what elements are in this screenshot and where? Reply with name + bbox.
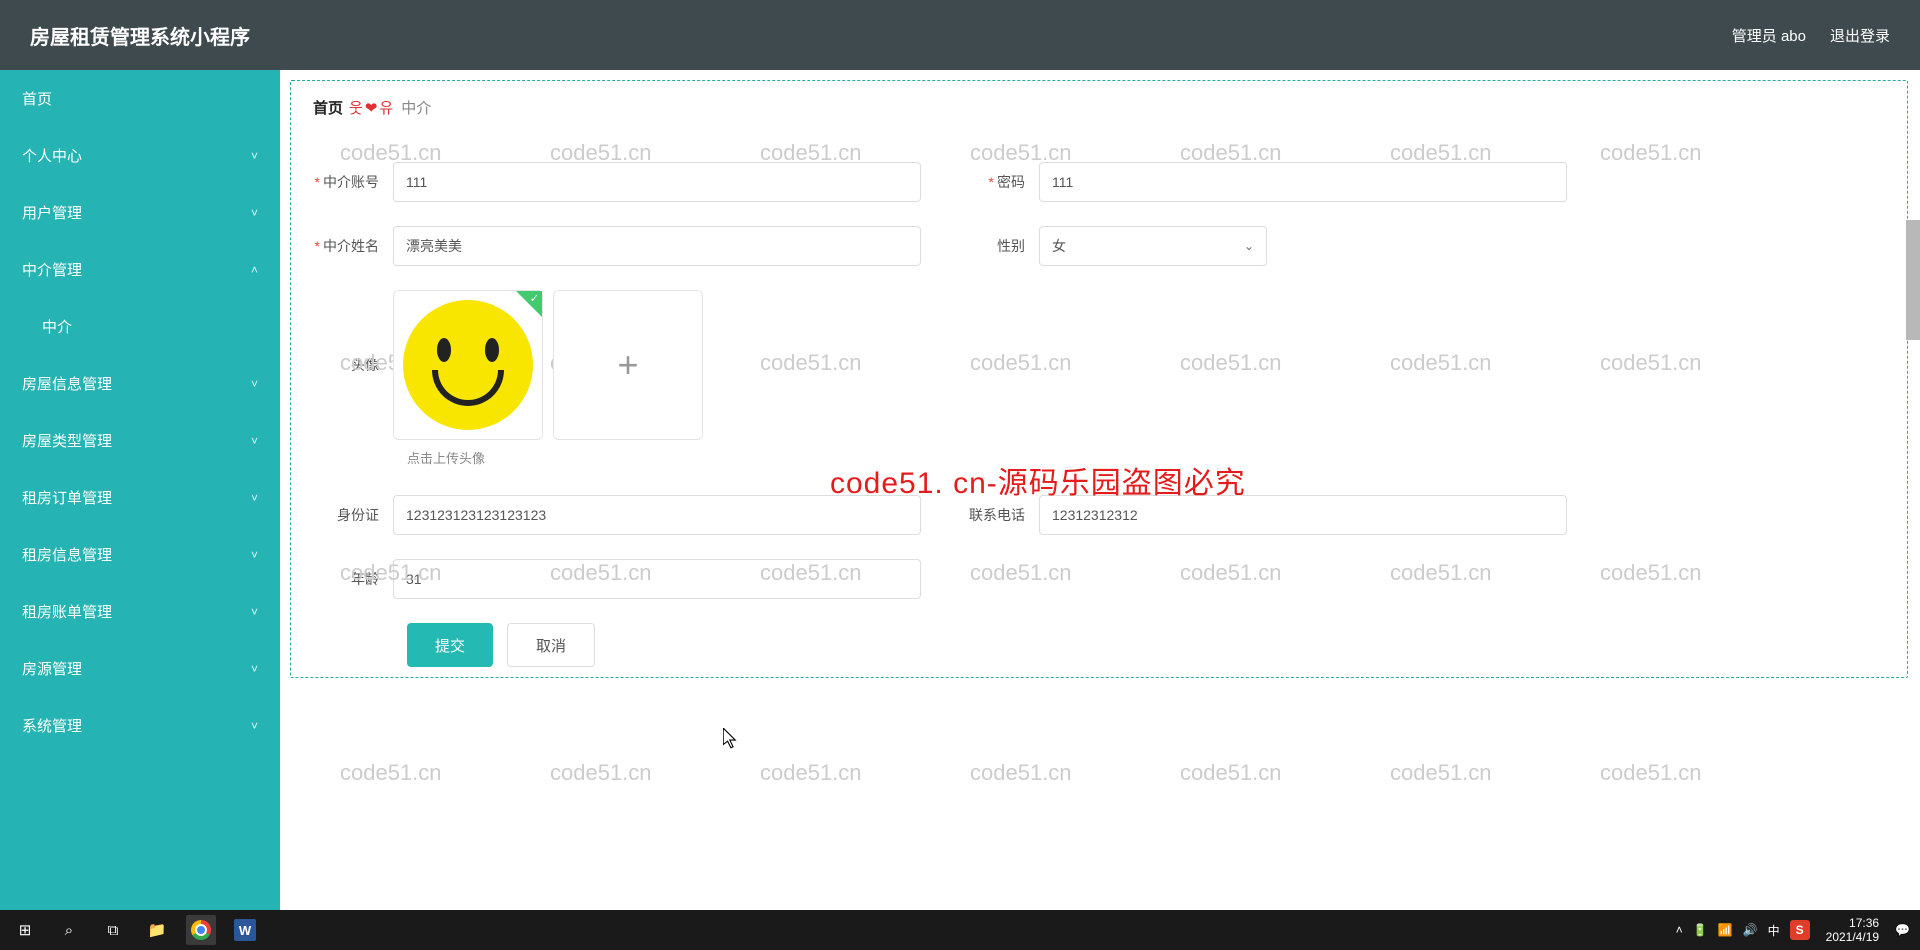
- upload-hint: 点击上传头像: [407, 448, 1893, 467]
- cancel-button[interactable]: 取消: [507, 623, 595, 667]
- sogou-icon[interactable]: S: [1790, 920, 1810, 940]
- file-explorer-icon[interactable]: 📁: [142, 915, 172, 945]
- sidebar-item-10[interactable]: 系统管理˅: [0, 697, 280, 754]
- chevron-down-icon: ˅: [251, 149, 258, 163]
- plus-icon: +: [617, 344, 638, 386]
- sidebar-item-9[interactable]: 房源管理˅: [0, 640, 280, 697]
- start-button[interactable]: ⊞: [10, 915, 40, 945]
- header-user[interactable]: 管理员 abo: [1732, 25, 1806, 46]
- sidebar-item-5[interactable]: 房屋类型管理˅: [0, 412, 280, 469]
- header-right: 管理员 abo 退出登录: [1732, 25, 1890, 46]
- tray-icon[interactable]: 📶: [1718, 923, 1733, 937]
- chevron-down-icon: ˅: [251, 206, 258, 220]
- main-content: code51.cncode51.cncode51.cncode51.cncode…: [280, 70, 1920, 930]
- breadcrumb-separator: 웃❤유: [349, 97, 395, 118]
- chevron-down-icon: ˅: [251, 434, 258, 448]
- sidebar-item-3[interactable]: 中介管理˄: [0, 241, 280, 298]
- label-phone: 联系电话: [951, 505, 1039, 525]
- chevron-down-icon: ˅: [251, 662, 258, 676]
- sidebar-item-1[interactable]: 个人中心˅: [0, 127, 280, 184]
- input-age[interactable]: [393, 559, 921, 599]
- header: 房屋租赁管理系统小程序 管理员 abo 退出登录: [0, 0, 1920, 70]
- label-gender: 性别: [951, 236, 1039, 256]
- select-gender[interactable]: 女 ⌄: [1039, 226, 1267, 266]
- scrollbar-thumb[interactable]: [1906, 220, 1920, 340]
- chevron-down-icon: ˅: [251, 605, 258, 619]
- chevron-down-icon: ˅: [251, 719, 258, 733]
- label-idcard: 身份证: [305, 505, 393, 525]
- breadcrumb-home[interactable]: 首页: [313, 97, 343, 118]
- input-password[interactable]: [1039, 162, 1567, 202]
- smiley-icon: [403, 300, 533, 430]
- check-icon: ✓: [530, 292, 539, 305]
- sidebar-item-6[interactable]: 租房订单管理˅: [0, 469, 280, 526]
- sidebar-item-0[interactable]: 首页: [0, 70, 280, 127]
- sidebar-item-7[interactable]: 租房信息管理˅: [0, 526, 280, 583]
- tray-ime[interactable]: 中: [1768, 922, 1780, 939]
- taskbar: ⊞ ⌕ ⧉ 📁 W ˄ 🔋 📶 🔊 中 S 17:362021/4/19 💬: [0, 910, 1920, 950]
- tray-volume-icon[interactable]: 🔊: [1743, 923, 1758, 937]
- taskbar-clock[interactable]: 17:362021/4/19: [1820, 916, 1885, 945]
- label-age: 年龄: [305, 569, 393, 589]
- label-name: *中介姓名: [305, 236, 393, 256]
- input-idcard[interactable]: [393, 495, 921, 535]
- label-account: *中介账号: [305, 172, 393, 192]
- submit-button[interactable]: 提交: [407, 623, 493, 667]
- cursor-icon: [723, 728, 741, 753]
- breadcrumb: 首页 웃❤유 中介: [291, 81, 1907, 134]
- sidebar-item-8[interactable]: 租房账单管理˅: [0, 583, 280, 640]
- breadcrumb-wrap: 首页 웃❤유 中介 *中介账号 *密码 *中介姓名: [290, 80, 1908, 678]
- label-avatar: 头像: [305, 355, 393, 375]
- notification-icon[interactable]: 💬: [1895, 923, 1910, 937]
- chevron-down-icon: ˅: [251, 548, 258, 562]
- search-icon[interactable]: ⌕: [54, 915, 84, 945]
- upload-add-button[interactable]: +: [553, 290, 703, 440]
- tray-icon[interactable]: 🔋: [1693, 923, 1708, 937]
- input-name[interactable]: [393, 226, 921, 266]
- sidebar-item-2[interactable]: 用户管理˅: [0, 184, 280, 241]
- chevron-down-icon: ˅: [251, 377, 258, 391]
- word-icon[interactable]: W: [230, 915, 260, 945]
- sidebar-item-4[interactable]: 房屋信息管理˅: [0, 355, 280, 412]
- breadcrumb-current: 中介: [401, 97, 431, 118]
- form: *中介账号 *密码 *中介姓名 性别 女: [291, 134, 1907, 677]
- avatar-preview[interactable]: ✓: [393, 290, 543, 440]
- chevron-down-icon: ⌄: [1244, 239, 1254, 253]
- label-password: *密码: [951, 172, 1039, 192]
- chrome-icon[interactable]: [186, 915, 216, 945]
- input-phone[interactable]: [1039, 495, 1567, 535]
- task-view-icon[interactable]: ⧉: [98, 915, 128, 945]
- logout-link[interactable]: 退出登录: [1830, 25, 1890, 46]
- tray-chevron-icon[interactable]: ˄: [1676, 923, 1683, 937]
- app-title: 房屋租赁管理系统小程序: [30, 21, 250, 50]
- chevron-up-icon: ˄: [251, 263, 258, 277]
- input-account[interactable]: [393, 162, 921, 202]
- sidebar: 首页个人中心˅用户管理˅中介管理˄中介房屋信息管理˅房屋类型管理˅租房订单管理˅…: [0, 70, 280, 930]
- sidebar-sub-item[interactable]: 中介: [0, 298, 280, 355]
- chevron-down-icon: ˅: [251, 491, 258, 505]
